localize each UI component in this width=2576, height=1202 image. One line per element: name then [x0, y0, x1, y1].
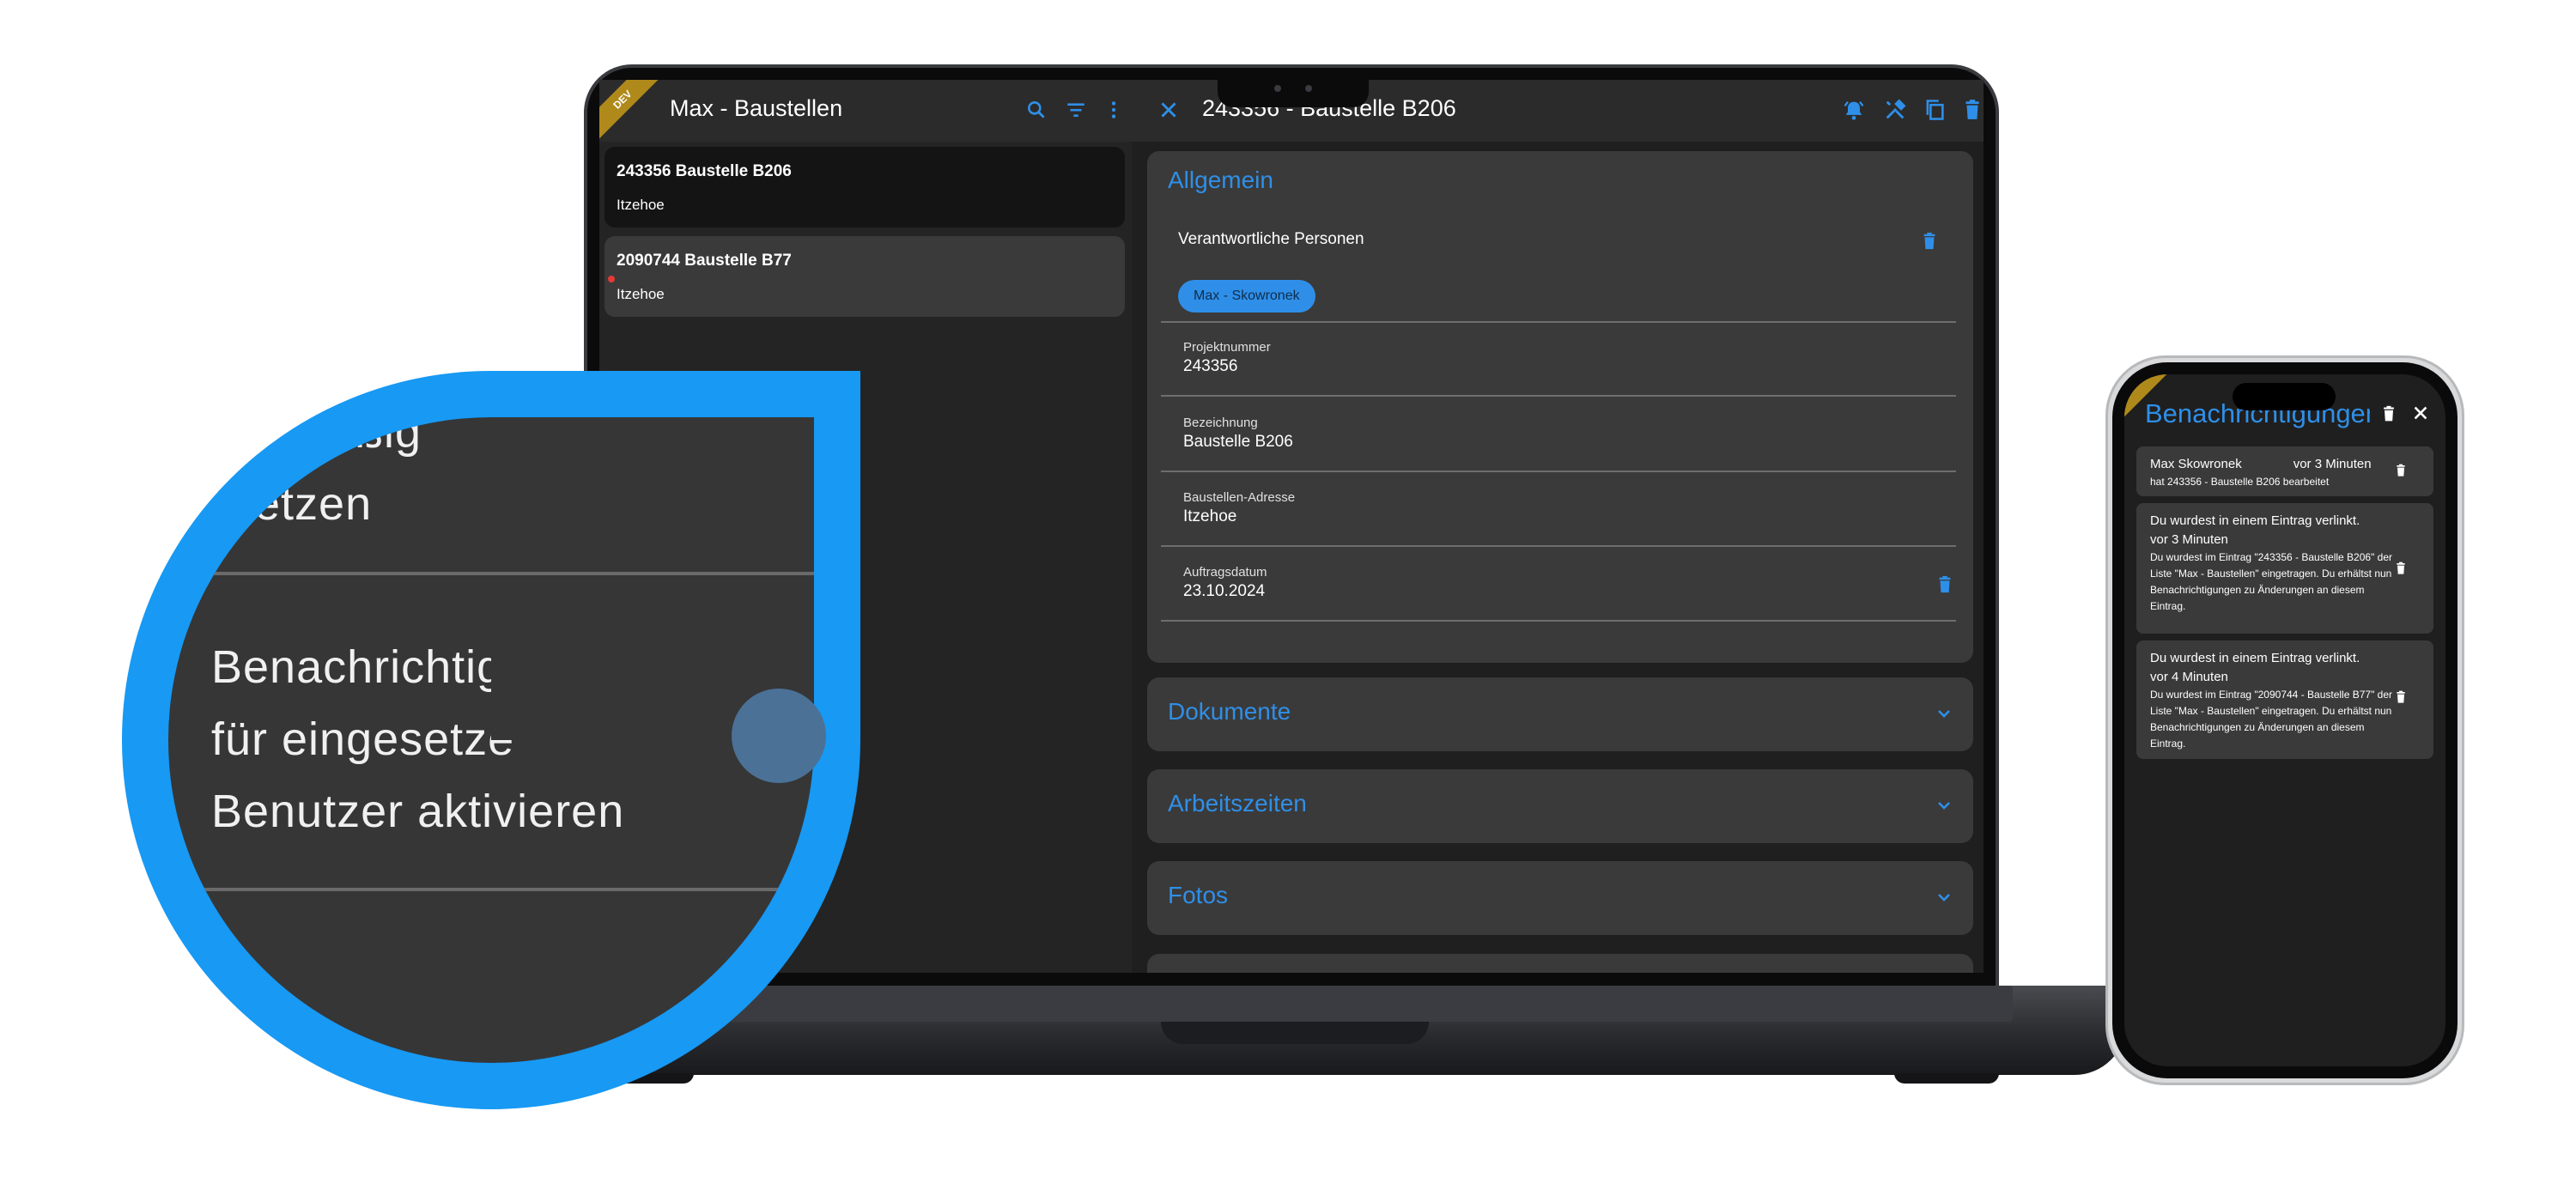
- chevron-down-icon: [1934, 703, 1954, 724]
- divider: [491, 572, 814, 575]
- laptop-hinge-notch: [1161, 1022, 1429, 1044]
- section-dokumente[interactable]: Dokumente: [1147, 677, 1973, 751]
- field-label: Projektnummer: [1183, 340, 1271, 355]
- section-arbeitszeiten[interactable]: Arbeitszeiten: [1147, 769, 1973, 843]
- field-value: Itzehoe: [1183, 507, 1237, 525]
- notification-body: Du wurdest im Eintrag "243356 - Baustell…: [2150, 551, 2393, 612]
- field-value: 23.10.2024: [1183, 582, 1266, 600]
- notification-item[interactable]: Max Skowronek vor 3 Minuten hat 243356 -…: [2136, 446, 2433, 496]
- notification-item[interactable]: Du wurdest in einem Eintrag verlinkt. vo…: [2136, 640, 2433, 759]
- tools-icon[interactable]: [1880, 95, 1910, 124]
- dev-ribbon: DEV: [599, 80, 665, 142]
- magnified-text: etzen: [254, 478, 373, 530]
- trash-icon[interactable]: [2394, 689, 2409, 706]
- chevron-down-icon: [1934, 795, 1954, 816]
- list-item[interactable]: 2090744 Baustelle B77 Itzehoe: [605, 236, 1125, 317]
- notification-body: hat 243356 - Baustelle B206 bearbeitet: [2150, 476, 2330, 488]
- field-auftragsdatum[interactable]: Auftragsdatum 23.10.2024: [1161, 548, 1956, 622]
- search-icon[interactable]: [1022, 95, 1051, 124]
- laptop-foot: [1894, 1073, 1999, 1084]
- person-chip[interactable]: Max - Skowronek: [1178, 280, 1315, 313]
- allgemein-card: Allgemein Verantwortliche Personen Max -…: [1147, 151, 1973, 663]
- notification-time: vor 3 Minuten: [2293, 457, 2372, 471]
- dynamic-island: [2233, 383, 2336, 410]
- field-value: 243356: [1183, 357, 1238, 375]
- marketing-stage: DEV Max - Baustellen 243356 - Baustelle …: [0, 0, 2576, 1202]
- magnifier: mäßig etzen Benachrichtigungen für einge…: [122, 371, 860, 1109]
- filter-icon[interactable]: [1061, 95, 1091, 124]
- chevron-down-icon: [1934, 887, 1954, 908]
- list-item-title: 2090744 Baustelle B77: [617, 252, 792, 270]
- field-label: Baustellen-Adresse: [1183, 490, 1296, 505]
- notification-item[interactable]: Du wurdest in einem Eintrag verlinkt. vo…: [2136, 503, 2433, 634]
- section-title: Arbeitszeiten: [1168, 790, 1307, 817]
- alarm-icon[interactable]: [1839, 95, 1868, 124]
- close-icon[interactable]: [1154, 95, 1183, 124]
- list-title: Max - Baustellen: [670, 95, 843, 121]
- allgemein-title: Allgemein: [1168, 167, 1273, 193]
- trash-icon[interactable]: [2394, 462, 2409, 479]
- list-item-subtitle: Itzehoe: [617, 197, 665, 213]
- list-item-title: 243356 Baustelle B206: [617, 162, 792, 180]
- phone-screen: Benachrichtigungen Max Skowronek vor 3 M…: [2124, 374, 2445, 1066]
- section-title: Fotos: [1168, 882, 1229, 908]
- toggle-switch[interactable]: [732, 689, 826, 783]
- section-partial: [1147, 954, 1973, 973]
- magnified-text: mäßig: [289, 417, 422, 458]
- responsible-label: Verantwortliche Personen: [1178, 230, 1364, 248]
- notification-author: Max Skowronek: [2150, 457, 2242, 471]
- trash-icon[interactable]: [1935, 574, 1954, 596]
- field-bezeichnung[interactable]: Bezeichnung Baustelle B206: [1161, 398, 1956, 472]
- magnified-setting-label: für eingesetze: [211, 713, 515, 765]
- section-fotos[interactable]: Fotos: [1147, 861, 1973, 935]
- trash-icon[interactable]: [1920, 230, 1939, 252]
- section-title: Dokumente: [1168, 698, 1291, 725]
- field-label: Bezeichnung: [1183, 416, 1258, 430]
- list-item[interactable]: 243356 Baustelle B206 Itzehoe: [605, 147, 1125, 228]
- notification-time: vor 3 Minuten: [2150, 532, 2228, 547]
- notification-time: vor 4 Minuten: [2150, 670, 2228, 684]
- field-label: Auftragsdatum: [1183, 565, 1267, 580]
- notification-body: Du wurdest im Eintrag "2090744 - Baustel…: [2150, 689, 2393, 750]
- unread-dot: [608, 276, 615, 282]
- trash-icon[interactable]: [2380, 404, 2401, 426]
- trash-icon[interactable]: [2394, 560, 2409, 577]
- notification-headline: Du wurdest in einem Eintrag verlinkt.: [2150, 651, 2360, 665]
- divider: [168, 888, 814, 891]
- trash-icon[interactable]: [1958, 95, 1984, 124]
- field-projektnummer[interactable]: Projektnummer 243356: [1161, 323, 1956, 397]
- notification-headline: Du wurdest in einem Eintrag verlinkt.: [2150, 513, 2360, 528]
- field-value: Baustelle B206: [1183, 433, 1293, 451]
- close-icon[interactable]: [2411, 404, 2432, 426]
- more-vert-icon[interactable]: [1099, 95, 1128, 124]
- magnified-setting-label: Benutzer aktivieren: [211, 786, 625, 837]
- camera-notch: [1218, 73, 1369, 107]
- list-item-subtitle: Itzehoe: [617, 286, 665, 302]
- field-baustellen-adresse[interactable]: Baustellen-Adresse Itzehoe: [1161, 473, 1956, 547]
- copy-icon[interactable]: [1920, 95, 1949, 124]
